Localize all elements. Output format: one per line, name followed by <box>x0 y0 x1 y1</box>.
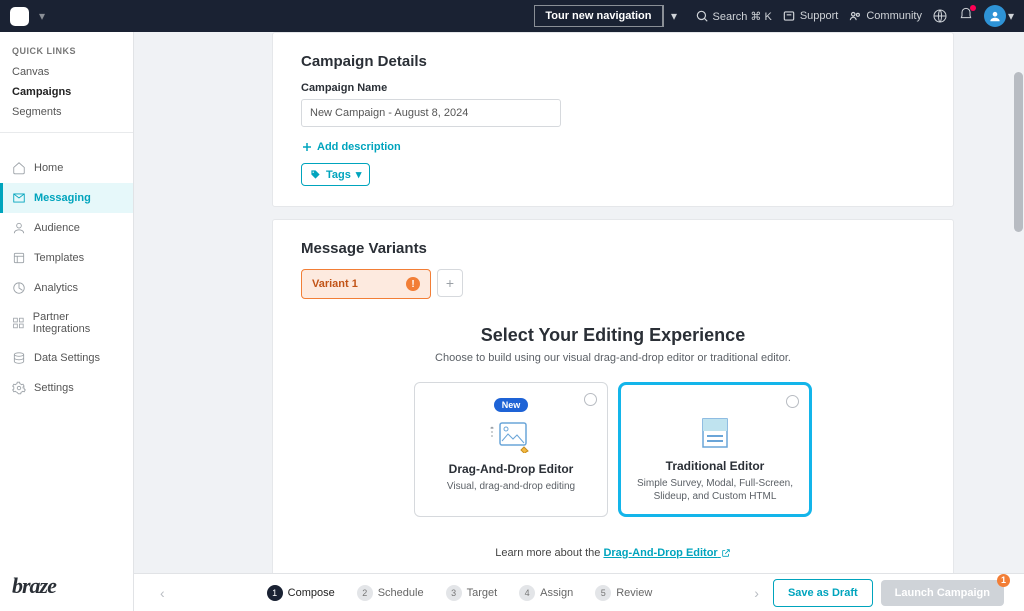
home-icon <box>12 161 26 175</box>
editor-card-traditional[interactable]: Traditional Editor Simple Survey, Modal,… <box>618 382 812 517</box>
warning-icon: ! <box>406 277 420 291</box>
nav-messaging[interactable]: Messaging <box>0 183 133 213</box>
quick-links-heading: QUICK LINKS <box>0 46 133 62</box>
learn-more-text: Learn more about the Drag-And-Drop Edito… <box>301 547 925 559</box>
editing-title: Select Your Editing Experience <box>301 325 925 346</box>
nav-templates[interactable]: Templates <box>0 243 133 273</box>
stepper-footer: ‹ 1Compose 2Schedule 3Target 4Assign 5Re… <box>134 573 1024 611</box>
analytics-icon <box>12 281 26 295</box>
step-assign[interactable]: 4Assign <box>519 585 573 601</box>
campaign-name-input[interactable] <box>301 99 561 127</box>
search-button[interactable]: Search ⌘ K <box>695 9 772 23</box>
avatar <box>984 5 1006 27</box>
top-header: ▾ Tour new navigation ▾ Search ⌘ K Suppo… <box>0 0 1024 32</box>
search-icon <box>695 9 709 23</box>
tour-navigation-dropdown[interactable]: ▾ <box>663 5 685 27</box>
radio-unselected <box>786 395 799 408</box>
save-draft-button[interactable]: Save as Draft <box>773 579 873 607</box>
stepper-prev-button[interactable]: ‹ <box>154 585 171 601</box>
account-menu[interactable]: ▾ <box>984 5 1014 27</box>
ql-canvas[interactable]: Canvas <box>0 62 133 82</box>
details-heading: Campaign Details <box>301 53 925 70</box>
editor-card-dragdrop[interactable]: New Drag-And-Drop Editor Visual, drag-an… <box>414 382 608 517</box>
editor-traditional-title: Traditional Editor <box>633 459 797 473</box>
messaging-icon <box>12 191 26 205</box>
stepper-next-button[interactable]: › <box>748 585 765 601</box>
step-schedule[interactable]: 2Schedule <box>357 585 424 601</box>
plus-icon <box>301 141 313 153</box>
app-logo[interactable] <box>10 7 29 26</box>
step-review[interactable]: 5Review <box>595 585 652 601</box>
settings-icon <box>12 381 26 395</box>
editor-traditional-desc: Simple Survey, Modal, Full-Screen, Slide… <box>633 477 797 503</box>
variant-1-tab[interactable]: Variant 1 ! <box>301 269 431 299</box>
community-icon <box>848 9 862 23</box>
message-variants-card: Message Variants Variant 1 ! + Select Yo… <box>272 219 954 596</box>
editing-subtitle: Choose to build using our visual drag-an… <box>301 352 925 364</box>
workspace-chevron-icon[interactable]: ▾ <box>39 9 45 23</box>
campaign-details-card: Campaign Details Campaign Name Add descr… <box>272 32 954 207</box>
data-settings-icon <box>12 351 26 365</box>
nav-audience[interactable]: Audience <box>0 213 133 243</box>
sidebar: QUICK LINKS Canvas Campaigns Segments Ho… <box>0 32 134 611</box>
audience-icon <box>12 221 26 235</box>
nav-home[interactable]: Home <box>0 153 133 183</box>
nav-settings[interactable]: Settings <box>0 373 133 403</box>
editor-dragdrop-desc: Visual, drag-and-drop editing <box>427 480 595 493</box>
chevron-down-icon: ▾ <box>356 168 362 181</box>
tags-button[interactable]: Tags ▾ <box>301 163 370 186</box>
main-content: Campaign Details Campaign Name Add descr… <box>134 32 1024 611</box>
add-variant-button[interactable]: + <box>437 269 463 297</box>
scrollbar[interactable] <box>1014 32 1023 611</box>
add-description-button[interactable]: Add description <box>301 141 925 153</box>
nav-data-settings[interactable]: Data Settings <box>0 343 133 373</box>
ql-segments[interactable]: Segments <box>0 102 133 122</box>
support-icon <box>782 9 796 23</box>
notifications-button[interactable] <box>958 7 974 26</box>
step-target[interactable]: 3Target <box>446 585 498 601</box>
globe-icon[interactable] <box>932 8 948 24</box>
variants-heading: Message Variants <box>301 240 925 257</box>
support-link[interactable]: Support <box>782 9 839 23</box>
integrations-icon <box>12 316 25 330</box>
radio-unselected <box>584 393 597 406</box>
learn-more-link[interactable]: Drag-And-Drop Editor <box>603 547 730 559</box>
nav-partner-integrations[interactable]: Partner Integrations <box>0 303 133 343</box>
new-badge: New <box>494 398 529 412</box>
campaign-name-label: Campaign Name <box>301 82 925 94</box>
templates-icon <box>12 251 26 265</box>
launch-warning-badge: 1 <box>997 574 1010 587</box>
launch-campaign-button[interactable]: Launch Campaign 1 <box>881 580 1004 606</box>
nav-analytics[interactable]: Analytics <box>0 273 133 303</box>
brand-logo: braze <box>12 573 56 599</box>
step-compose[interactable]: 1Compose <box>267 585 335 601</box>
external-link-icon <box>721 548 731 558</box>
traditional-illustration <box>633 413 797 453</box>
editor-dragdrop-title: Drag-And-Drop Editor <box>427 462 595 476</box>
tag-icon <box>310 169 321 180</box>
community-link[interactable]: Community <box>848 9 922 23</box>
tour-navigation-button[interactable]: Tour new navigation <box>534 5 662 27</box>
dragdrop-illustration <box>427 416 595 456</box>
ql-campaigns[interactable]: Campaigns <box>0 82 133 102</box>
